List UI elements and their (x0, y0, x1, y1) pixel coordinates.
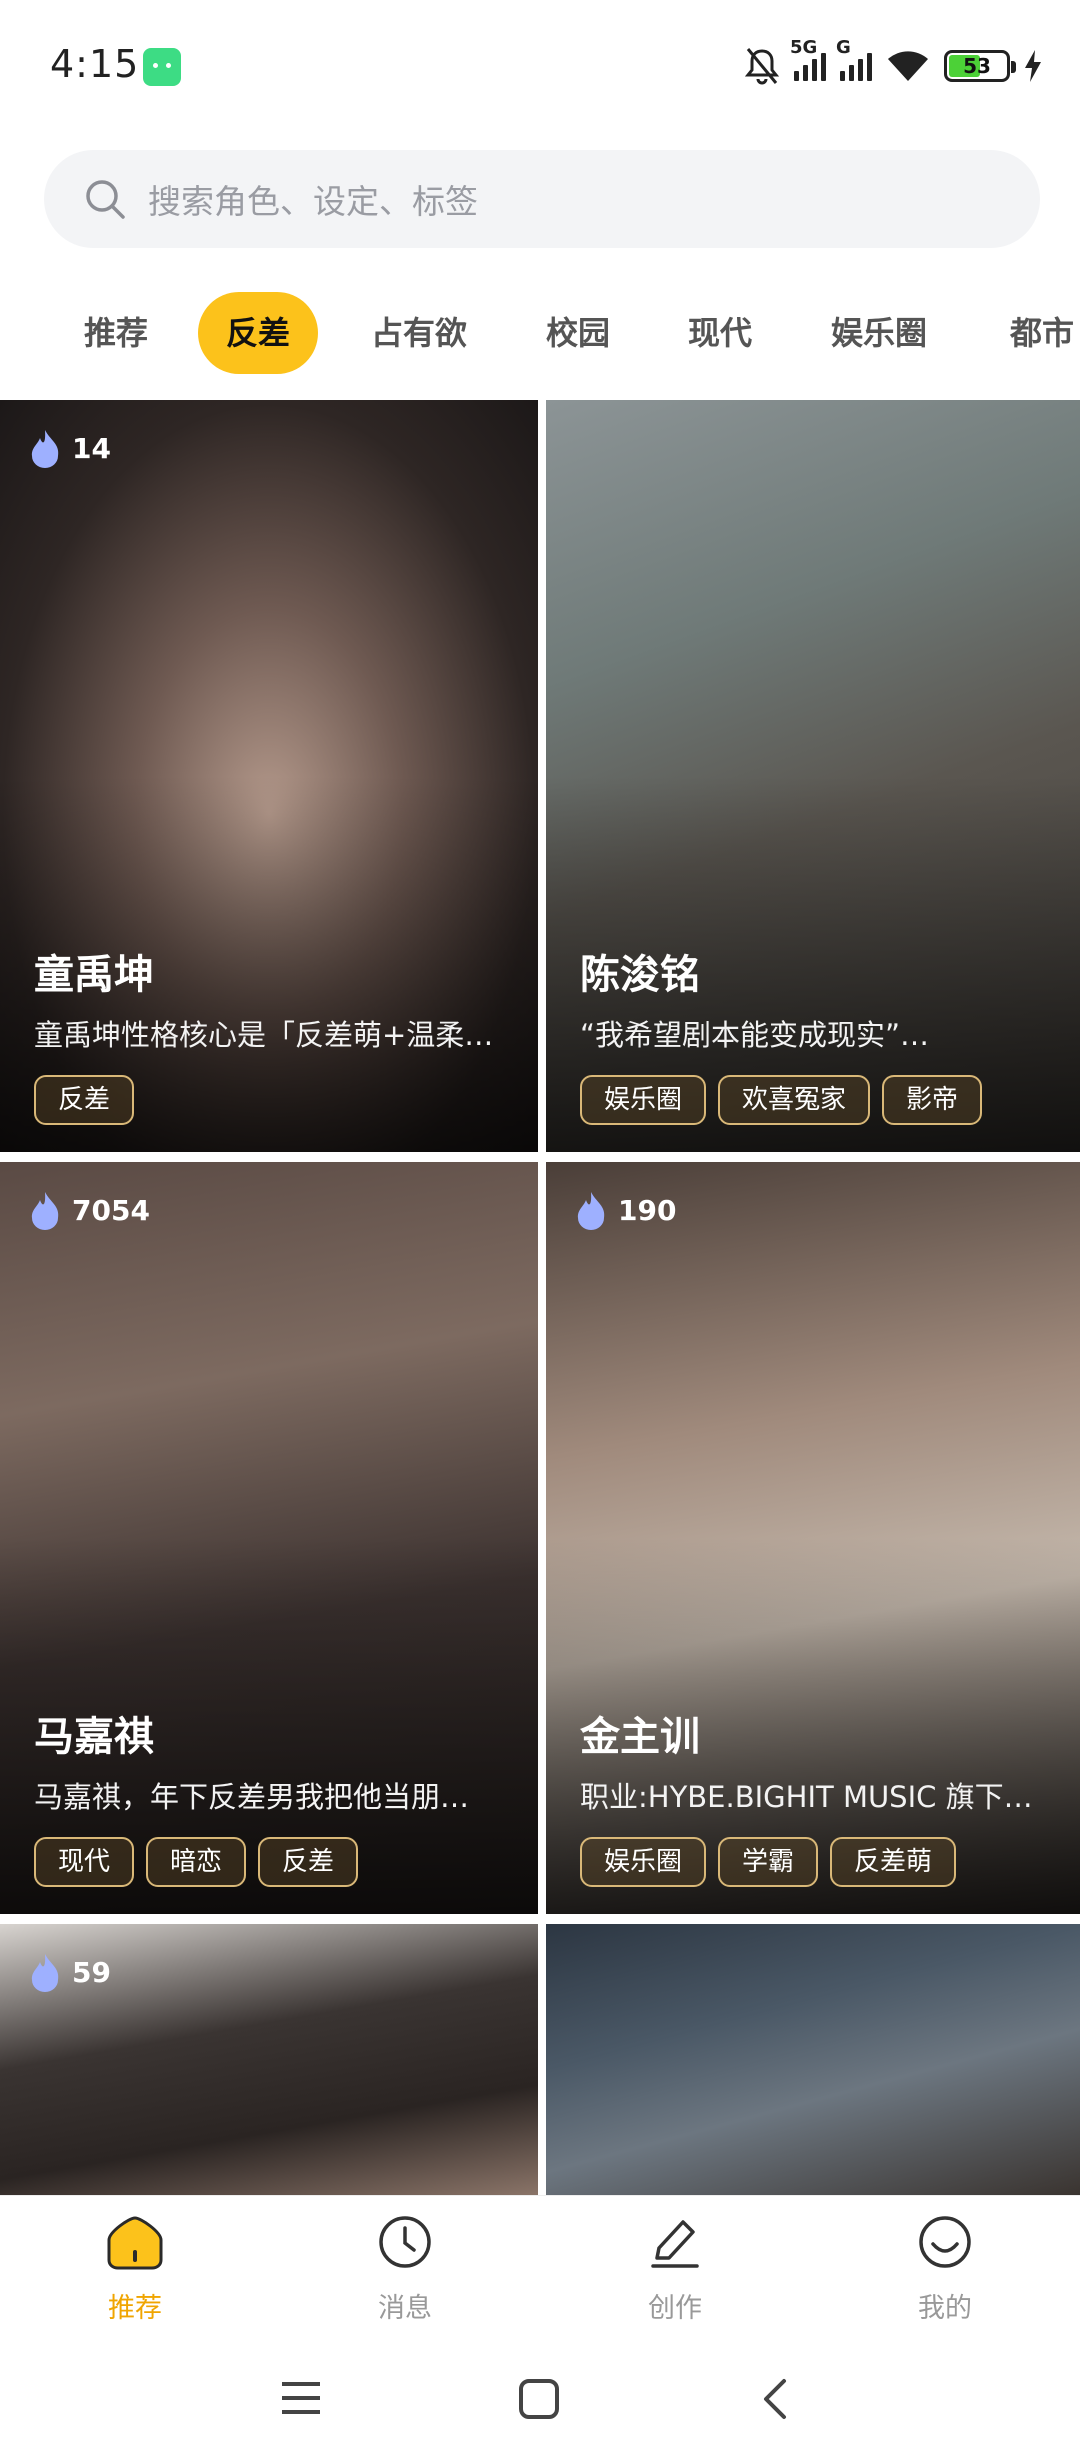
tag-chip[interactable]: 反差 (258, 1837, 359, 1887)
character-name: 马嘉祺 (34, 1714, 154, 1760)
back-icon[interactable] (760, 2378, 790, 2420)
character-name: 陈浚铭 (580, 952, 700, 998)
character-card[interactable]: 14 童禹坤 童禹坤性格核心是「反差萌+温柔… 反差 (0, 400, 538, 1152)
nav-messages-label: 消息 (378, 2293, 432, 2324)
battery-level: 53 (963, 54, 991, 78)
charging-icon (1025, 50, 1041, 82)
android-icon (143, 48, 181, 86)
menu-icon[interactable] (280, 2378, 322, 2418)
nav-messages[interactable]: 消息 (345, 2214, 465, 2325)
nav-create[interactable]: 创作 (615, 2214, 735, 2325)
hot-count: 14 (28, 428, 111, 468)
tag-chip[interactable]: 影帝 (882, 1075, 983, 1125)
character-desc: 童禹坤性格核心是「反差萌+温柔… (34, 1018, 494, 1052)
tab-xiaoyuan[interactable]: 校园 (530, 292, 626, 374)
tag-chip[interactable]: 反差 (34, 1075, 135, 1125)
hot-count-value: 59 (72, 1955, 111, 1989)
mute-bell-icon (744, 48, 780, 85)
character-card[interactable]: 7054 马嘉祺 马嘉祺，年下反差男我把他当朋… 现代 暗恋 反差 (0, 1162, 538, 1914)
tab-fancha[interactable]: 反差 (198, 292, 318, 374)
home-square-icon[interactable] (518, 2378, 560, 2420)
hot-count: 59 (28, 1952, 111, 1992)
nav-home[interactable]: 推荐 (75, 2214, 195, 2325)
search-placeholder: 搜索角色、设定、标签 (148, 182, 478, 221)
bottom-nav: 推荐 消息 创作 我的 (0, 2195, 1080, 2335)
hot-count-value: 190 (618, 1193, 677, 1227)
hot-count: 7054 (28, 1190, 150, 1230)
network-type-label: 5G (790, 37, 818, 58)
tag-chip[interactable]: 娱乐圈 (580, 1837, 707, 1887)
tab-tuijian[interactable]: 推荐 (68, 292, 164, 374)
network-type-label-2: G (836, 37, 851, 58)
nav-profile-label: 我的 (918, 2293, 972, 2324)
flame-icon (577, 1192, 605, 1230)
category-tabs: 推荐 反差 占有欲 校园 现代 娱乐圈 都市 (0, 292, 1080, 374)
character-card[interactable]: 190 金主训 职业:HYBE.BIGHIT MUSIC 旗下… 娱乐圈 学霸 … (546, 1162, 1080, 1914)
system-nav-bar (0, 2335, 1080, 2460)
flame-icon (31, 1192, 59, 1230)
tab-dushi[interactable]: 都市 (994, 292, 1080, 374)
home-icon (107, 2216, 163, 2270)
clock-icon (379, 2216, 431, 2268)
character-name: 金主训 (580, 1714, 700, 1760)
nav-home-label: 推荐 (108, 2293, 162, 2324)
status-time: 4:15 (50, 42, 140, 86)
character-desc: “我希望剧本能变成现实”… (580, 1018, 930, 1052)
hot-count: 190 (574, 1190, 676, 1230)
tag-chip[interactable]: 暗恋 (146, 1837, 247, 1887)
tag-chip[interactable]: 欢喜冤家 (718, 1075, 871, 1125)
signal-icon-2: G (836, 37, 872, 81)
pen-icon (651, 2220, 699, 2268)
character-card[interactable] (546, 1924, 1080, 2195)
search-icon (86, 180, 125, 219)
hot-count-value: 7054 (72, 1193, 150, 1227)
wifi-icon (888, 51, 928, 81)
character-desc: 马嘉祺，年下反差男我把他当朋… (34, 1780, 470, 1814)
nav-create-label: 创作 (648, 2293, 702, 2324)
signal-icon: 5G (790, 37, 826, 81)
character-name: 童禹坤 (34, 952, 154, 998)
nav-profile[interactable]: 我的 (885, 2214, 1005, 2325)
battery-icon: 53 (944, 50, 1016, 82)
character-desc: 职业:HYBE.BIGHIT MUSIC 旗下… (580, 1780, 1033, 1814)
character-card[interactable]: 陈浚铭 “我希望剧本能变成现实”… 娱乐圈 欢喜冤家 影帝 (546, 400, 1080, 1152)
tag-chip[interactable]: 现代 (34, 1837, 135, 1887)
character-card[interactable]: 59 (0, 1924, 538, 2195)
search-input[interactable]: 搜索角色、设定、标签 (44, 150, 1040, 248)
tag-chip[interactable]: 反差萌 (830, 1837, 957, 1887)
tag-chip[interactable]: 娱乐圈 (580, 1075, 707, 1125)
character-photo (546, 1924, 1080, 2195)
tab-zhanyouyu[interactable]: 占有欲 (364, 292, 474, 374)
tag-chip[interactable]: 学霸 (718, 1837, 819, 1887)
status-bar: 4:15 5G G 53 (0, 0, 1080, 135)
status-icons: 5G G 53 (744, 37, 1042, 88)
hot-count-value: 14 (72, 431, 111, 465)
smile-icon (919, 2216, 971, 2268)
tab-xiandai[interactable]: 现代 (672, 292, 768, 374)
tab-yulequan[interactable]: 娱乐圈 (824, 292, 934, 374)
flame-icon (31, 1954, 59, 1992)
flame-icon (31, 430, 59, 468)
